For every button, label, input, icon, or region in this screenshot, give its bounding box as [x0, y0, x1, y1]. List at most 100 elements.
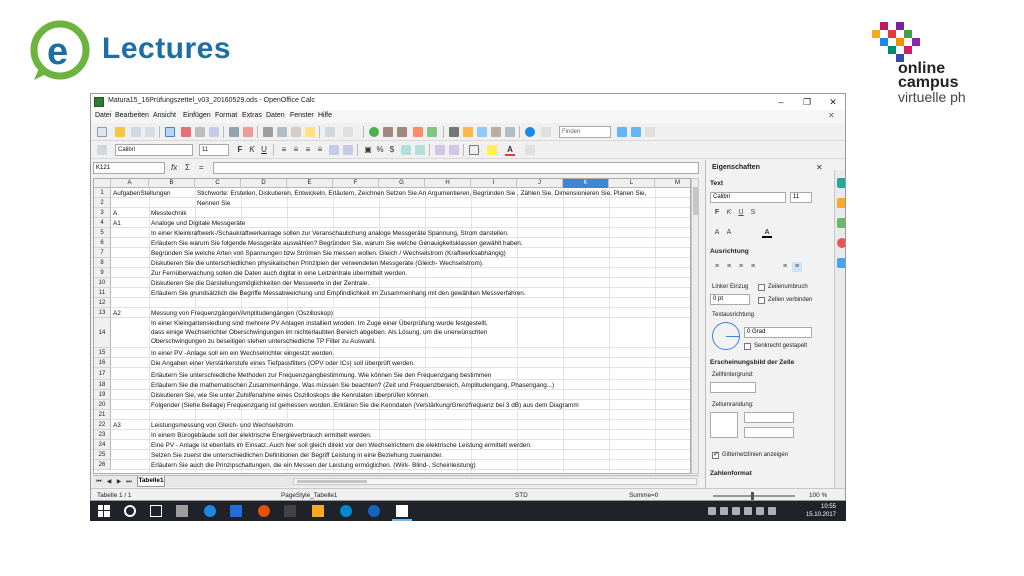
firefox-icon[interactable]	[258, 505, 270, 517]
deck-properties-icon[interactable]	[837, 178, 845, 188]
format-paintbrush-icon[interactable]	[305, 127, 315, 137]
merge-cells-icon[interactable]	[329, 145, 339, 155]
tray-icon[interactable]	[708, 507, 716, 515]
cell-a4[interactable]: A1	[113, 219, 121, 228]
cell-c2[interactable]: Nennen Sie	[197, 199, 230, 208]
decrease-indent-icon[interactable]	[435, 145, 445, 155]
sidebar-text-section[interactable]: Text	[710, 180, 723, 187]
italic-icon[interactable]: K	[247, 144, 257, 156]
row-header-21[interactable]: 21	[94, 410, 111, 420]
menu-ansicht[interactable]: Ansicht	[153, 112, 176, 119]
row-header-13[interactable]: 13	[94, 308, 111, 318]
menu-einfuegen[interactable]: Einfügen	[183, 112, 211, 119]
increase-indent-icon[interactable]	[449, 145, 459, 155]
cell-c1[interactable]: Stichworte: Erstellen, Diskutieren, Entw…	[197, 189, 646, 198]
cell-b10[interactable]: Diskutieren Sie die Darstellungsmöglichk…	[151, 279, 369, 288]
row-header-25[interactable]: 25	[94, 450, 111, 460]
function-icon[interactable]: =	[199, 163, 204, 172]
menu-datei[interactable]: Datei	[95, 112, 111, 119]
sidebar-merge-checkbox[interactable]	[758, 297, 765, 304]
sidebar-background-select[interactable]	[710, 382, 756, 393]
background-color-icon[interactable]	[487, 145, 497, 155]
sidebar-italic-icon[interactable]: K	[724, 208, 734, 218]
column-header-j[interactable]: J	[517, 179, 563, 188]
row-header-5[interactable]: 5	[94, 228, 111, 238]
sidebar-cell-appearance-section[interactable]: Erscheinungsbild der Zelle	[710, 359, 794, 366]
cell-b18[interactable]: Erläutern Sie die mathematischen Zusamme…	[151, 381, 554, 390]
windows-store-icon[interactable]	[230, 505, 242, 517]
row-header-11[interactable]: 11	[94, 288, 111, 298]
sidebar-align-center-icon[interactable]: ≡	[724, 262, 734, 272]
cell-a1[interactable]: AufgabenStellungen	[113, 189, 171, 198]
cell-b19[interactable]: Diskutieren Sie, wie Sie unter Zuhilfena…	[151, 391, 430, 400]
row-header-19[interactable]: 19	[94, 390, 111, 400]
row-header-3[interactable]: 3	[94, 208, 111, 218]
file-explorer-icon[interactable]	[312, 505, 324, 517]
sidebar-alignment-section[interactable]: Ausrichtung	[710, 248, 749, 255]
sidebar-rotation-dial[interactable]	[712, 322, 740, 350]
help-icon[interactable]	[525, 127, 535, 137]
column-header-d[interactable]: D	[241, 179, 287, 188]
last-sheet-icon[interactable]: ⏭	[125, 478, 133, 486]
cell-a3[interactable]: A	[113, 209, 117, 218]
find-previous-icon[interactable]	[631, 127, 641, 137]
vertical-scroll-thumb[interactable]	[693, 187, 698, 215]
cell-a13[interactable]: A2	[113, 309, 121, 318]
deck-gallery-icon[interactable]	[837, 218, 845, 228]
row-header-16[interactable]: 16	[94, 358, 111, 368]
internet-explorer-icon[interactable]	[368, 505, 380, 517]
menu-hilfe[interactable]: Hilfe	[318, 112, 332, 119]
row-header-23[interactable]: 23	[94, 430, 111, 440]
cell-b15[interactable]: In einer PV -Anlage soll ein ein Wechsel…	[151, 349, 334, 358]
export-pdf-icon[interactable]	[181, 127, 191, 137]
borders-icon[interactable]	[469, 145, 479, 155]
taskbar-app2-icon[interactable]	[284, 505, 296, 517]
cut-icon[interactable]	[263, 127, 273, 137]
thousands-icon[interactable]: $	[387, 144, 397, 156]
toolbar-options-icon[interactable]	[525, 145, 535, 155]
open-folder-icon[interactable]	[115, 127, 125, 137]
row-header-18[interactable]: 18	[94, 380, 111, 390]
tray-icon[interactable]	[720, 507, 728, 515]
spellcheck-icon[interactable]	[229, 127, 239, 137]
task-view-icon[interactable]	[150, 505, 162, 517]
navigator-icon[interactable]	[463, 127, 473, 137]
copy-icon[interactable]	[277, 127, 287, 137]
name-box[interactable]: K121	[93, 162, 165, 174]
row-header-20[interactable]: 20	[94, 400, 111, 410]
row-header-10[interactable]: 10	[94, 278, 111, 288]
deck-styles-icon[interactable]	[837, 198, 845, 208]
cell-b6[interactable]: Erläutern Sie warum Sie folgende Messger…	[151, 239, 523, 248]
cell-b4[interactable]: Analoge und Digitale Messgeräte	[151, 219, 245, 228]
next-sheet-icon[interactable]: ▶	[115, 478, 123, 486]
openoffice-calc-taskbar-icon[interactable]	[396, 505, 408, 517]
undo-icon[interactable]	[325, 127, 335, 137]
keyboard-icon[interactable]	[768, 507, 776, 515]
row-header-26[interactable]: 26	[94, 460, 111, 470]
sidebar-vertical-stack-checkbox[interactable]	[744, 343, 751, 350]
cell-b8[interactable]: Diskutieren Sie die unterschiedlichen ph…	[151, 259, 484, 268]
row-header-2[interactable]: 2	[94, 198, 111, 208]
tray-icon[interactable]	[732, 507, 740, 515]
percent-icon[interactable]: %	[375, 144, 385, 156]
column-header-g[interactable]: G	[379, 179, 425, 188]
page-preview-icon[interactable]	[209, 127, 219, 137]
taskbar-clock[interactable]: 10:55 15.10.2017	[790, 503, 836, 519]
chart-icon[interactable]	[413, 127, 423, 137]
cell-b24[interactable]: Eine PV - Anlage ist ebenfalls im Einsat…	[151, 441, 532, 450]
first-sheet-icon[interactable]: ⏮	[95, 478, 103, 486]
menu-fenster[interactable]: Fenster	[290, 112, 314, 119]
underline-icon[interactable]: U	[259, 144, 269, 156]
font-size-select[interactable]: 11	[199, 144, 229, 156]
sidebar-border-preset[interactable]	[710, 412, 738, 438]
find-replace-icon[interactable]	[449, 127, 459, 137]
column-header-a[interactable]: A	[111, 179, 149, 188]
sidebar-number-format-section[interactable]: Zahlenformat	[710, 470, 752, 477]
cell-b17[interactable]: Erläutern Sie unterschiedliche Methoden …	[151, 371, 491, 380]
maximize-button[interactable]: ❐	[795, 95, 819, 109]
volume-icon[interactable]	[756, 507, 764, 515]
sidebar-size-select[interactable]: 11	[790, 192, 812, 203]
menu-format[interactable]: Format	[215, 112, 237, 119]
spreadsheet-grid[interactable]: ABCDEFGHIJKLMN 1AufgabenStellungen Stichw…	[93, 178, 691, 474]
cell-b13[interactable]: Messung von Frequenzgängen/Amplitudengän…	[151, 309, 333, 318]
